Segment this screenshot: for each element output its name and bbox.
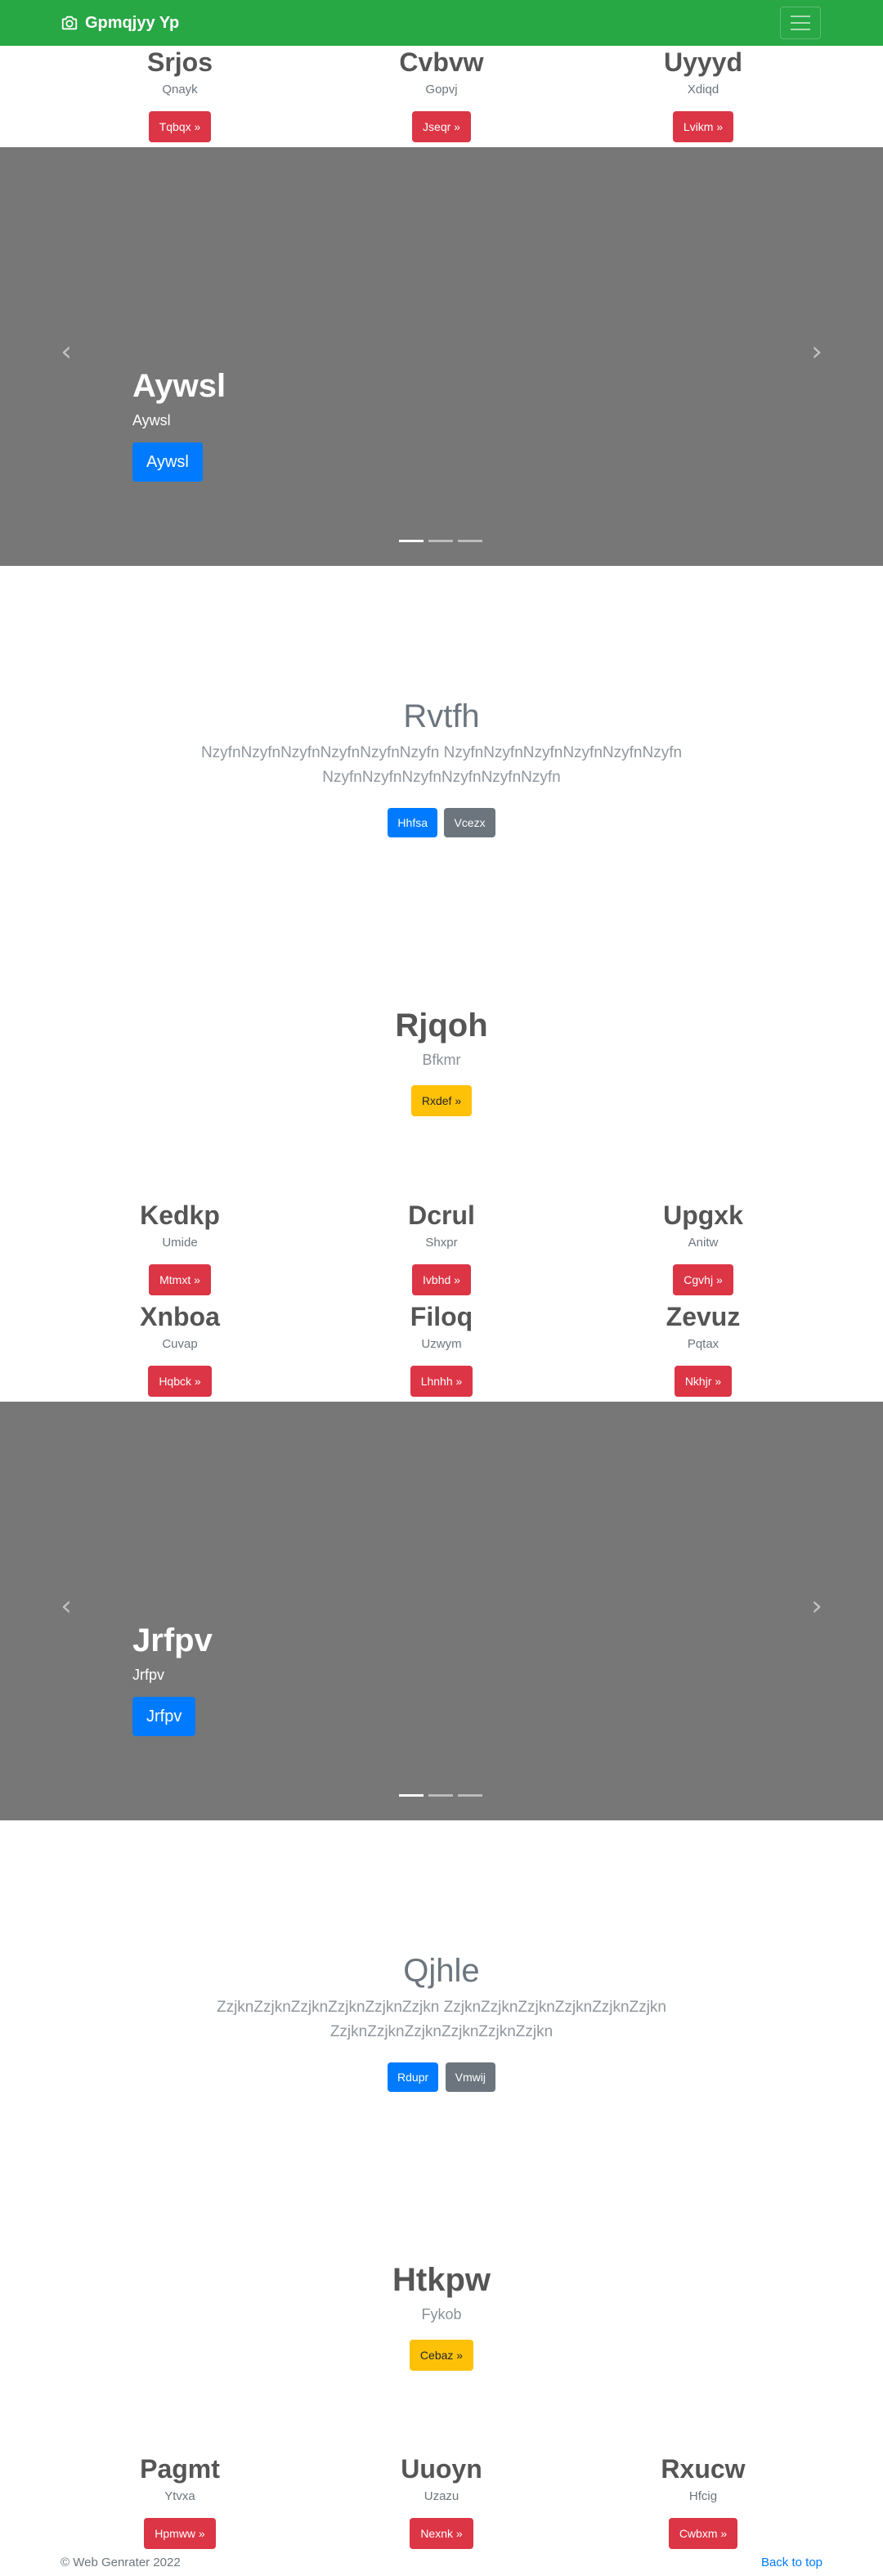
navbar: Gpmqjyy Yp bbox=[0, 0, 883, 46]
carousel-button[interactable]: Aywsl bbox=[132, 442, 203, 482]
carousel-indicator[interactable] bbox=[428, 1794, 453, 1797]
intro-text: Fykob bbox=[421, 2306, 462, 2322]
feature-title: Rxucw bbox=[661, 2454, 746, 2484]
feature-button[interactable]: Tqbqx » bbox=[148, 111, 212, 143]
brand-label: Gpmqjyy Yp bbox=[85, 13, 180, 32]
feature-title: Zevuz bbox=[666, 1302, 741, 1331]
feature-button[interactable]: Hqbck » bbox=[148, 1366, 212, 1398]
intro-button[interactable]: Cebaz » bbox=[409, 2340, 474, 2371]
carousel-indicators bbox=[399, 540, 482, 542]
feature-button[interactable]: Cwbxm » bbox=[668, 2518, 738, 2550]
feature-title: Pagmt bbox=[140, 2454, 220, 2484]
carousel-indicators bbox=[399, 1794, 482, 1797]
feature-item: Upgxk Anitw Cgvhj » bbox=[556, 1200, 850, 1296]
chevron-left-icon[interactable]: ‹ bbox=[54, 338, 78, 366]
feature-text: Ytvxa bbox=[164, 2489, 195, 2504]
jumbotron: Rvtfh NzyfnNzyfnNzyfnNzyfnNzyfnNzyfn Nzy… bbox=[0, 697, 883, 837]
feature-button[interactable]: Lvikm » bbox=[672, 111, 734, 143]
jumbotron-secondary-button[interactable]: Vmwij bbox=[445, 2062, 495, 2092]
chevron-left-icon[interactable]: ‹ bbox=[54, 1592, 78, 1620]
feature-button[interactable]: Ivbhd » bbox=[412, 1264, 471, 1296]
feature-title: Xnboa bbox=[140, 1302, 220, 1331]
carousel: ‹ › Jrfpv Jrfpv Jrfpv bbox=[0, 1402, 883, 1820]
camera-icon bbox=[61, 14, 78, 32]
feature-text: Pqtax bbox=[687, 1337, 719, 1352]
jumbotron-primary-button[interactable]: Hhfsa bbox=[388, 808, 437, 837]
back-to-top-link[interactable]: Back to top bbox=[761, 2556, 822, 2569]
intro-section: Rjqoh Bfkmr Rxdef » bbox=[0, 1006, 883, 1116]
chevron-right-icon[interactable]: › bbox=[805, 338, 829, 366]
feature-text: Hfcig bbox=[688, 2489, 718, 2504]
navbar-toggle-button[interactable] bbox=[780, 7, 821, 39]
carousel-title: Aywsl bbox=[132, 368, 226, 404]
feature-text: Anitw bbox=[688, 1236, 719, 1250]
intro-text: Bfkmr bbox=[422, 1052, 461, 1068]
feature-button[interactable]: Mtmxt » bbox=[149, 1264, 211, 1296]
jumbotron-primary-button[interactable]: Rdupr bbox=[388, 2062, 439, 2092]
feature-title: Cvbvw bbox=[399, 47, 484, 77]
feature-item: Zevuz Pqtax Nkhjr » bbox=[556, 1301, 850, 1398]
carousel-button[interactable]: Jrfpv bbox=[132, 1697, 196, 1736]
feature-button[interactable]: Nexnk » bbox=[410, 2518, 473, 2550]
feature-text: Umide bbox=[162, 1236, 198, 1250]
jumbotron-title: Rvtfh bbox=[403, 698, 480, 734]
feature-text: Xdiqd bbox=[687, 83, 719, 97]
intro-title: Rjqoh bbox=[395, 1008, 488, 1043]
feature-item: Uyyyd Xdiqd Lvikm » bbox=[556, 47, 850, 143]
feature-item: Rxucw Hfcig Cwbxm » bbox=[556, 2453, 850, 2550]
feature-text: Shxpr bbox=[425, 1236, 458, 1250]
feature-text: Uzwym bbox=[421, 1337, 462, 1352]
feature-item: Srjos Qnayk Tqbqx » bbox=[33, 47, 327, 143]
jumbotron: Qjhle ZzjknZzjknZzjknZzjknZzjknZzjkn Zzj… bbox=[0, 1951, 883, 2092]
carousel-caption: Aywsl Aywsl Aywsl bbox=[132, 366, 226, 482]
feature-button[interactable]: Jseqr » bbox=[412, 111, 471, 143]
feature-item: Xnboa Cuvap Hqbck » bbox=[33, 1301, 327, 1398]
feature-item: Uuoyn Uzazu Nexnk » bbox=[294, 2453, 589, 2550]
feature-button[interactable]: Lhnhh » bbox=[410, 1366, 473, 1398]
jumbotron-text: ZzjknZzjknZzjknZzjknZzjknZzjkn ZzjknZzjk… bbox=[216, 1999, 666, 2040]
carousel-indicator[interactable] bbox=[428, 540, 453, 542]
carousel-indicator[interactable] bbox=[458, 540, 482, 542]
feature-text: Uzazu bbox=[424, 2489, 459, 2504]
feature-item: Cvbvw Gopvj Jseqr » bbox=[294, 47, 589, 143]
jumbotron-secondary-button[interactable]: Vcezx bbox=[444, 808, 495, 837]
feature-item: Pagmt Ytvxa Hpmww » bbox=[33, 2453, 327, 2550]
carousel-text: Aywsl bbox=[132, 412, 171, 429]
feature-text: Qnayk bbox=[162, 83, 198, 97]
carousel: ‹ › Aywsl Aywsl Aywsl bbox=[0, 147, 883, 566]
intro-title: Htkpw bbox=[392, 2262, 491, 2298]
feature-item: Dcrul Shxpr Ivbhd » bbox=[294, 1200, 589, 1296]
feature-title: Srjos bbox=[146, 47, 213, 77]
feature-text: Gopvj bbox=[425, 83, 458, 97]
feature-button[interactable]: Hpmww » bbox=[144, 2518, 216, 2550]
jumbotron-text: NzyfnNzyfnNzyfnNzyfnNzyfnNzyfn NzyfnNzyf… bbox=[200, 744, 683, 786]
footer: © Web Genrater 2022 Back to top bbox=[61, 2556, 822, 2575]
jumbotron-title: Qjhle bbox=[403, 1953, 480, 1989]
feature-text: Cuvap bbox=[162, 1337, 198, 1352]
feature-item: Kedkp Umide Mtmxt » bbox=[33, 1200, 327, 1296]
feature-button[interactable]: Nkhjr » bbox=[674, 1366, 733, 1398]
navbar-brand[interactable]: Gpmqjyy Yp bbox=[61, 0, 179, 46]
feature-item: Filoq Uzwym Lhnhh » bbox=[294, 1301, 589, 1398]
feature-title: Uuoyn bbox=[401, 2454, 482, 2484]
feature-title: Kedkp bbox=[140, 1200, 220, 1230]
footer-copyright: © Web Genrater 2022 bbox=[61, 2556, 181, 2569]
carousel-indicator[interactable] bbox=[458, 1794, 482, 1797]
feature-title: Uyyyd bbox=[663, 47, 743, 77]
intro-section: Htkpw Fykob Cebaz » bbox=[0, 2260, 883, 2371]
carousel-caption: Jrfpv Jrfpv Jrfpv bbox=[132, 1621, 213, 1736]
feature-title: Upgxk bbox=[663, 1200, 743, 1230]
carousel-indicator[interactable] bbox=[399, 1794, 424, 1797]
carousel-indicator[interactable] bbox=[399, 540, 424, 542]
intro-button[interactable]: Rxdef » bbox=[410, 1085, 473, 1116]
hamburger-icon bbox=[791, 16, 810, 17]
chevron-right-icon[interactable]: › bbox=[805, 1592, 829, 1620]
carousel-title: Jrfpv bbox=[132, 1622, 213, 1658]
carousel-text: Jrfpv bbox=[132, 1667, 165, 1683]
feature-button[interactable]: Cgvhj » bbox=[673, 1264, 733, 1296]
feature-title: Dcrul bbox=[408, 1200, 475, 1230]
feature-title: Filoq bbox=[410, 1302, 473, 1331]
